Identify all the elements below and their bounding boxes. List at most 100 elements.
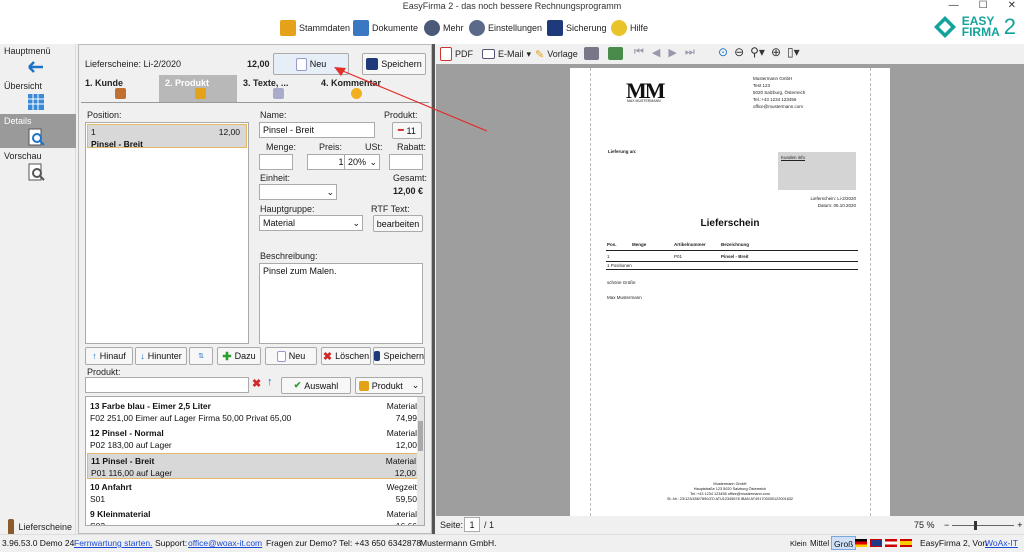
product-icon [358, 380, 369, 391]
save-position-button[interactable]: Speichern [373, 347, 425, 365]
zoom-track[interactable] [952, 520, 1015, 530]
toolbar-dokumente[interactable]: Dokumente [353, 17, 418, 39]
position-row[interactable]: 1 12,00 Pinsel - Breit [87, 124, 247, 149]
nav-item-hauptmenue[interactable]: Hauptmenü [0, 44, 76, 78]
print-settings-icon[interactable] [608, 47, 623, 60]
zoom-thumb[interactable] [974, 520, 978, 530]
zoom-plus-icon[interactable]: + [1017, 520, 1022, 530]
name-label: Name: [260, 110, 287, 120]
email-button[interactable]: E-Mail ▾ [482, 45, 531, 63]
produkt-filter-dropdown[interactable]: Produkt ⌄ [355, 377, 423, 394]
size-klein-button[interactable]: Klein [790, 535, 807, 552]
delete-position-button[interactable]: ✖ Löschen [321, 347, 371, 365]
zoom-slider[interactable]: − + [944, 520, 1023, 530]
vorlage-button[interactable]: ✎ Vorlage [535, 45, 578, 63]
sort-up-icon[interactable]: ↑ [267, 376, 273, 388]
zoom-minus-icon[interactable]: − [944, 520, 949, 530]
first-page-icon[interactable]: ⏮ [634, 46, 644, 59]
last-page-icon[interactable]: ⏭ [685, 46, 695, 59]
nav-item-uebersicht[interactable]: Übersicht [0, 79, 76, 113]
support-email-link[interactable]: office@woax-it.com [188, 535, 262, 552]
product-row[interactable]: 12 Pinsel - Normal P02 183,00 auf Lager Ma… [87, 426, 423, 452]
minimize-icon[interactable]: — [949, 0, 959, 12]
maximize-icon[interactable]: ☐ [979, 0, 988, 12]
app-name-text: EasyFirma 2, Von [920, 538, 988, 548]
position-list[interactable]: 1 12,00 Pinsel - Breit [85, 122, 249, 344]
nav-label: Vorschau [4, 151, 42, 161]
zoom-in-icon[interactable]: ⊕ [771, 45, 781, 59]
hauptgruppe-select[interactable]: Material ⌄ [259, 215, 363, 231]
compass-icon[interactable]: ⊙ [718, 45, 728, 59]
window-controls: — ☐ ✕ [949, 0, 1016, 12]
toolbar-einstellungen[interactable]: Einstellungen [469, 17, 542, 39]
new-position-button[interactable]: Neu [265, 347, 317, 365]
email-icon [482, 49, 495, 59]
ust-select[interactable]: 20% ⌄ [344, 154, 380, 170]
page-setup-icon[interactable]: ▯▾ [787, 45, 800, 59]
close-icon[interactable]: ✕ [1008, 0, 1016, 12]
main-toolbar: Stammdaten Dokumente Mehr Einstellungen … [0, 14, 1024, 44]
produkt-search-input[interactable] [85, 377, 249, 393]
einheit-select[interactable]: ⌄ [259, 184, 337, 200]
size-gross-button[interactable]: Groß [831, 536, 857, 550]
menge-input[interactable] [259, 154, 293, 170]
beschreibung-label: Beschreibung: [260, 251, 318, 261]
delete-x-icon: ✖ [322, 350, 333, 363]
flag-at-icon[interactable] [885, 539, 897, 547]
size-mittel-button[interactable]: Mittel [810, 535, 829, 552]
sort-button[interactable]: ⇅ [189, 347, 213, 365]
clear-search-icon[interactable]: ✖ [252, 377, 261, 390]
rabatt-input[interactable] [389, 154, 423, 170]
help-icon [611, 20, 627, 36]
document-preview[interactable]: MM MAX MUSTERMANN Mustermann GmbH Test 1… [436, 64, 1024, 516]
product-list-scrollbar[interactable] [417, 397, 424, 525]
product-list[interactable]: 13 Farbe blau - Eimer 2,5 Liter F02 251,0… [85, 396, 425, 526]
pdf-button[interactable]: PDF [440, 45, 473, 63]
tab-produkt[interactable]: 2. Produkt [159, 75, 237, 102]
rtf-label: RTF Text: [371, 204, 410, 214]
tab-texte[interactable]: 3. Texte, ... [237, 75, 315, 102]
ust-label: USt: [365, 142, 383, 152]
product-group: Material [385, 456, 416, 466]
preis-label: Preis: [319, 142, 343, 152]
flag-de-icon[interactable] [855, 539, 867, 547]
zoom-out-icon[interactable]: ⊖ [734, 45, 744, 59]
sender-line: Test 123 [753, 83, 771, 88]
hauptgruppe-value: Material [263, 218, 296, 228]
print-icon[interactable] [584, 47, 599, 60]
move-down-button[interactable]: ↓ Hinunter [135, 347, 187, 365]
rtf-edit-button[interactable]: bearbeiten [373, 215, 423, 232]
page-input[interactable]: 1 [464, 517, 480, 532]
beschreibung-textarea[interactable]: Pinsel zum Malen. [259, 263, 423, 344]
product-row[interactable]: 13 Farbe blau - Eimer 2,5 Liter F02 251,0… [87, 399, 423, 425]
toolbar-hilfe[interactable]: Hilfe [611, 17, 648, 39]
toolbar-stammdaten[interactable]: Stammdaten [280, 17, 350, 39]
scrollbar-thumb[interactable] [418, 421, 423, 451]
tab-kunde[interactable]: 1. Kunde [79, 75, 157, 102]
nav-label: Lieferscheine [18, 522, 72, 532]
remote-support-link[interactable]: Fernwartung starten. [74, 535, 152, 552]
auswahl-button[interactable]: ✔ Auswahl [281, 377, 351, 394]
nav-item-vorschau[interactable]: Vorschau [0, 149, 76, 183]
preview-toolbar: PDF E-Mail ▾ ✎ Vorlage ⏮ ◀ ▶ ⏭ ⊙ ⊖ ⚲▾ ⊕ … [436, 44, 1024, 64]
next-page-icon[interactable]: ▶ [668, 46, 676, 59]
move-up-button[interactable]: ↑ Hinauf [85, 347, 133, 365]
logo-diamond-icon [933, 16, 956, 38]
zoom-dropdown-icon[interactable]: ⚲▾ [750, 45, 765, 59]
flag-gb-icon[interactable] [870, 539, 882, 547]
toolbar-sicherung[interactable]: Sicherung [547, 17, 607, 39]
vendor-link[interactable]: WoAx-IT [985, 535, 1018, 552]
nav-item-details[interactable]: Details [0, 114, 76, 148]
button-label: Neu [309, 59, 327, 69]
toolbar-label: Einstellungen [488, 23, 543, 33]
toolbar-mehr[interactable]: Mehr [424, 17, 464, 39]
product-row[interactable]: 10 Anfahrt S01 Wegzeit 59,50 [87, 480, 423, 506]
product-row[interactable]: 9 Kleinmaterial S03 Material 16,66 [87, 507, 423, 525]
table-header: Pos. [607, 242, 617, 247]
product-row[interactable]: 11 Pinsel - Breit P01 116,00 auf Lager Mat… [87, 453, 423, 479]
chevron-down-icon: ⌄ [369, 157, 377, 167]
prev-page-icon[interactable]: ◀ [652, 46, 660, 59]
add-position-button[interactable]: ✚ Dazu [217, 347, 261, 365]
page-total: / 1 [484, 520, 495, 530]
flag-es-icon[interactable] [900, 539, 912, 547]
